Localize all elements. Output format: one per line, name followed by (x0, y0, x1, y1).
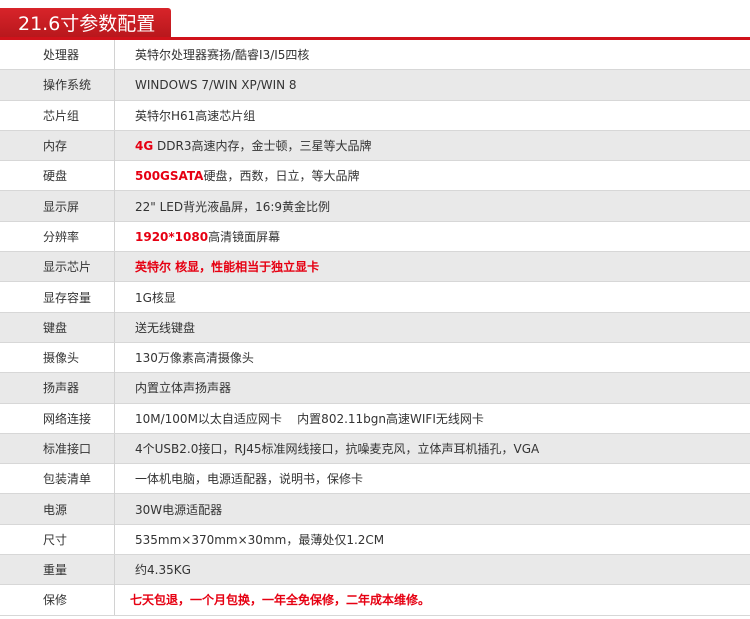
spec-value: 130万像素高清摄像头 (135, 351, 254, 366)
spec-label: 摄像头 (43, 351, 80, 366)
spec-label: 电源 (43, 502, 68, 517)
spec-value: 22" LED背光液晶屏，16:9黄金比例 (135, 199, 331, 214)
spec-label: 分辨率 (43, 229, 80, 244)
spec-row-package: 包装清单 一体机电脑，电源适配器，说明书，保修卡 (0, 463, 750, 495)
spec-row-vram: 显存容量 1G核显 (0, 282, 750, 313)
spec-label: 保修 (43, 593, 68, 608)
spec-value: 内置立体声扬声器 (135, 381, 232, 396)
spec-value: 1G核显 (135, 290, 176, 305)
spec-row-cpu: 处理器 英特尔处理器赛扬/酷睿I3/I5四核 (0, 39, 750, 71)
spec-value: 30W电源适配器 (135, 502, 223, 517)
header: 21.6寸参数配置 (0, 0, 750, 40)
spec-highlight: 1920*1080 (135, 229, 209, 244)
spec-label: 芯片组 (43, 108, 80, 123)
spec-row-gpu: 显示芯片 英特尔 核显，性能相当于独立显卡 (0, 251, 750, 283)
spec-value: 英特尔处理器赛扬/酷睿I3/I5四核 (135, 48, 310, 63)
spec-value: 英特尔H61高速芯片组 (135, 108, 256, 123)
header-divider (0, 37, 750, 40)
spec-label: 硬盘 (43, 169, 68, 184)
spec-label: 网络连接 (43, 411, 92, 426)
spec-label: 显示屏 (43, 199, 80, 214)
spec-value: 1920*1080高清镜面屏幕 (115, 228, 750, 245)
spec-value: 七天包退，一个月包换，一年全免保修，二年成本维修。 (115, 591, 750, 608)
spec-highlight: 英特尔 核显，性能相当于独立显卡 (135, 260, 320, 275)
spec-label: 操作系统 (43, 78, 92, 93)
spec-label: 重量 (43, 563, 68, 578)
spec-label: 键盘 (43, 320, 68, 335)
spec-label: 显示芯片 (43, 260, 92, 275)
spec-row-ports: 标准接口 4个USB2.0接口，RJ45标准网线接口，抗噪麦克风，立体声耳机插孔… (0, 433, 750, 465)
spec-row-resolution: 分辨率 1920*1080高清镜面屏幕 (0, 221, 750, 253)
spec-value: 一体机电脑，电源适配器，说明书，保修卡 (135, 472, 364, 487)
spec-row-speaker: 扬声器 内置立体声扬声器 (0, 372, 750, 404)
spec-value-text: DDR3高速内存，金士顿，三星等大品牌 (153, 139, 372, 154)
spec-label: 扬声器 (43, 381, 80, 396)
spec-label: 标准接口 (43, 442, 92, 456)
spec-row-camera: 摄像头 130万像素高清摄像头 (0, 342, 750, 374)
spec-value: WINDOWS 7/WIN XP/WIN 8 (135, 77, 297, 92)
spec-value: 送无线键盘 (135, 320, 196, 335)
spec-highlight: 七天包退，一个月包换，一年全免保修，二年成本维修。 (130, 593, 431, 608)
spec-value: 535mm×370mm×30mm，最薄处仅1.2CM (135, 532, 385, 547)
spec-label: 处理器 (43, 48, 80, 63)
spec-row-network: 网络连接 10M/100M以太自适应网卡 内置802.11bgn高速WIFI无线… (0, 403, 750, 434)
spec-row-warranty: 保修 七天包退，一个月包换，一年全免保修，二年成本维修。 (0, 585, 750, 616)
spec-row-chipset: 芯片组 英特尔H61高速芯片组 (0, 100, 750, 131)
spec-row-os: 操作系统 WINDOWS 7/WIN XP/WIN 8 (0, 69, 750, 101)
spec-value: 4个USB2.0接口，RJ45标准网线接口，抗噪麦克风，立体声耳机插孔，VGA (135, 442, 540, 456)
spec-table: 处理器 英特尔处理器赛扬/酷睿I3/I5四核 操作系统 WINDOWS 7/WI… (0, 39, 750, 616)
spec-value: 10M/100M以太自适应网卡 内置802.11bgn高速WIFI无线网卡 (135, 411, 484, 426)
spec-value: 英特尔 核显，性能相当于独立显卡 (115, 258, 750, 275)
title-tab: 21.6寸参数配置 (0, 8, 171, 40)
page-title: 21.6寸参数配置 (18, 13, 156, 35)
spec-row-memory: 内存 4G DDR3高速内存，金士顿，三星等大品牌 (0, 130, 750, 162)
spec-value: 500GSATA硬盘，西数，日立，等大品牌 (115, 167, 750, 184)
spec-label: 尺寸 (43, 532, 68, 547)
spec-label: 显存容量 (43, 290, 92, 305)
spec-value-text: 硬盘，西数，日立，等大品牌 (203, 169, 360, 184)
spec-row-disk: 硬盘 500GSATA硬盘，西数，日立，等大品牌 (0, 160, 750, 192)
spec-row-keyboard: 键盘 送无线键盘 (0, 312, 750, 343)
spec-highlight: 4G (135, 139, 154, 154)
spec-row-size: 尺寸 535mm×370mm×30mm，最薄处仅1.2CM (0, 524, 750, 556)
spec-row-screen: 显示屏 22" LED背光液晶屏，16:9黄金比例 (0, 191, 750, 222)
spec-value: 4G DDR3高速内存，金士顿，三星等大品牌 (115, 137, 750, 154)
spec-highlight: 500GSATA (135, 169, 204, 184)
spec-label: 内存 (43, 139, 68, 154)
spec-value: 约4.35KG (135, 563, 191, 578)
spec-row-power: 电源 30W电源适配器 (0, 494, 750, 525)
spec-row-weight: 重量 约4.35KG (0, 554, 750, 586)
spec-label: 包装清单 (43, 472, 92, 487)
spec-value-text: 高清镜面屏幕 (208, 229, 281, 244)
